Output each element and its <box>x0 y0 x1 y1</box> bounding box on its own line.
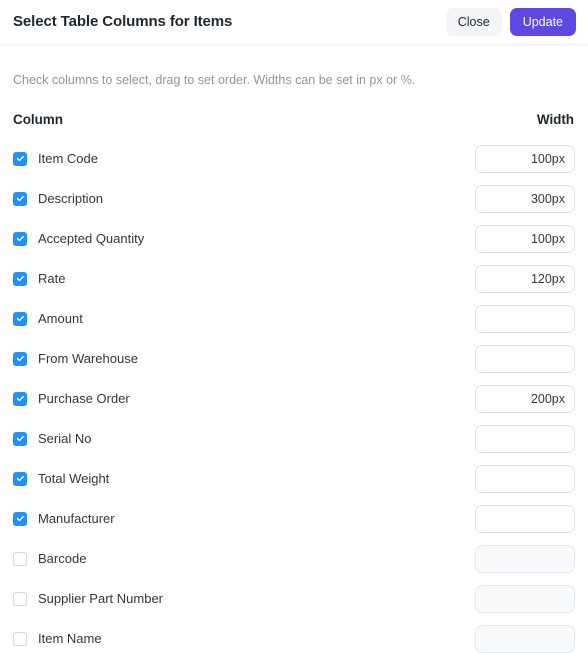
width-input[interactable] <box>475 544 575 573</box>
row-left: Barcode <box>13 551 87 566</box>
width-input[interactable] <box>475 224 575 253</box>
row-left: Item Name <box>13 631 102 646</box>
page-title: Select Table Columns for Items <box>13 13 233 30</box>
column-label: Item Name <box>38 631 102 646</box>
column-checkbox-checked[interactable] <box>13 511 27 526</box>
column-checkbox-unchecked[interactable] <box>13 631 27 646</box>
header-actions: Close Update <box>445 8 576 36</box>
table-row: From Warehouse <box>13 339 575 379</box>
row-left: Supplier Part Number <box>13 591 163 606</box>
column-checkbox-checked[interactable] <box>13 191 27 206</box>
column-label: Purchase Order <box>38 391 130 406</box>
column-label: Supplier Part Number <box>38 591 163 606</box>
table-row: Amount <box>13 299 575 339</box>
row-left: Amount <box>13 311 83 326</box>
row-left: Serial No <box>13 431 92 446</box>
row-left: From Warehouse <box>13 351 138 366</box>
width-input[interactable] <box>475 624 575 653</box>
column-checkbox-checked[interactable] <box>13 431 27 446</box>
row-left: Total Weight <box>13 471 110 486</box>
column-label: Accepted Quantity <box>38 231 145 246</box>
table-row: Accepted Quantity <box>13 219 575 259</box>
select-columns-dialog: Select Table Columns for Items Close Upd… <box>0 0 588 653</box>
column-label: Barcode <box>38 551 87 566</box>
row-left: Rate <box>13 271 66 286</box>
table-row: Item Name <box>13 619 575 653</box>
width-input[interactable] <box>475 584 575 613</box>
table-row: Barcode <box>13 539 575 579</box>
dialog-body: Check columns to select, drag to set ord… <box>0 45 588 653</box>
column-label: Manufacturer <box>38 511 115 526</box>
table-row: Manufacturer <box>13 499 575 539</box>
table-row: Serial No <box>13 419 575 459</box>
column-checkbox-checked[interactable] <box>13 311 27 326</box>
column-checkbox-checked[interactable] <box>13 471 27 486</box>
table-header-row: Column Width <box>13 112 575 127</box>
width-input[interactable] <box>475 344 575 373</box>
width-input[interactable] <box>475 424 575 453</box>
close-button[interactable]: Close <box>445 8 502 36</box>
table-row: Supplier Part Number <box>13 579 575 619</box>
column-checkbox-checked[interactable] <box>13 231 27 246</box>
column-label: Total Weight <box>38 471 110 486</box>
row-left: Description <box>13 191 104 206</box>
column-checkbox-checked[interactable] <box>13 271 27 286</box>
width-header-label: Width <box>536 111 574 127</box>
column-label: From Warehouse <box>38 351 138 366</box>
hint-text: Check columns to select, drag to set ord… <box>13 73 416 87</box>
row-left: Purchase Order <box>13 391 130 406</box>
table-row: Rate <box>13 259 575 299</box>
width-input[interactable] <box>475 144 575 173</box>
column-label: Rate <box>38 271 66 286</box>
row-left: Accepted Quantity <box>13 231 145 246</box>
column-checkbox-unchecked[interactable] <box>13 591 27 606</box>
dialog-header: Select Table Columns for Items Close Upd… <box>0 0 588 45</box>
table-row: Purchase Order <box>13 379 575 419</box>
column-checkbox-unchecked[interactable] <box>13 551 27 566</box>
width-input[interactable] <box>475 504 575 533</box>
column-header-label: Column <box>13 111 63 127</box>
width-input[interactable] <box>475 384 575 413</box>
column-checkbox-checked[interactable] <box>13 351 27 366</box>
width-input[interactable] <box>475 304 575 333</box>
table-row: Total Weight <box>13 459 575 499</box>
column-label: Item Code <box>38 151 98 166</box>
row-left: Manufacturer <box>13 511 115 526</box>
width-input[interactable] <box>475 464 575 493</box>
table-row: Description <box>13 179 575 219</box>
column-checkbox-checked[interactable] <box>13 151 27 166</box>
column-checkbox-checked[interactable] <box>13 391 27 406</box>
row-left: Item Code <box>13 151 98 166</box>
column-list: Item Code Description Accepted Quantity Rat… <box>13 139 575 653</box>
update-button[interactable]: Update <box>509 8 576 36</box>
column-label: Amount <box>38 311 83 326</box>
width-input[interactable] <box>475 184 575 213</box>
table-row: Item Code <box>13 139 575 179</box>
width-input[interactable] <box>475 264 575 293</box>
column-label: Serial No <box>38 431 92 446</box>
column-label: Description <box>38 191 104 206</box>
